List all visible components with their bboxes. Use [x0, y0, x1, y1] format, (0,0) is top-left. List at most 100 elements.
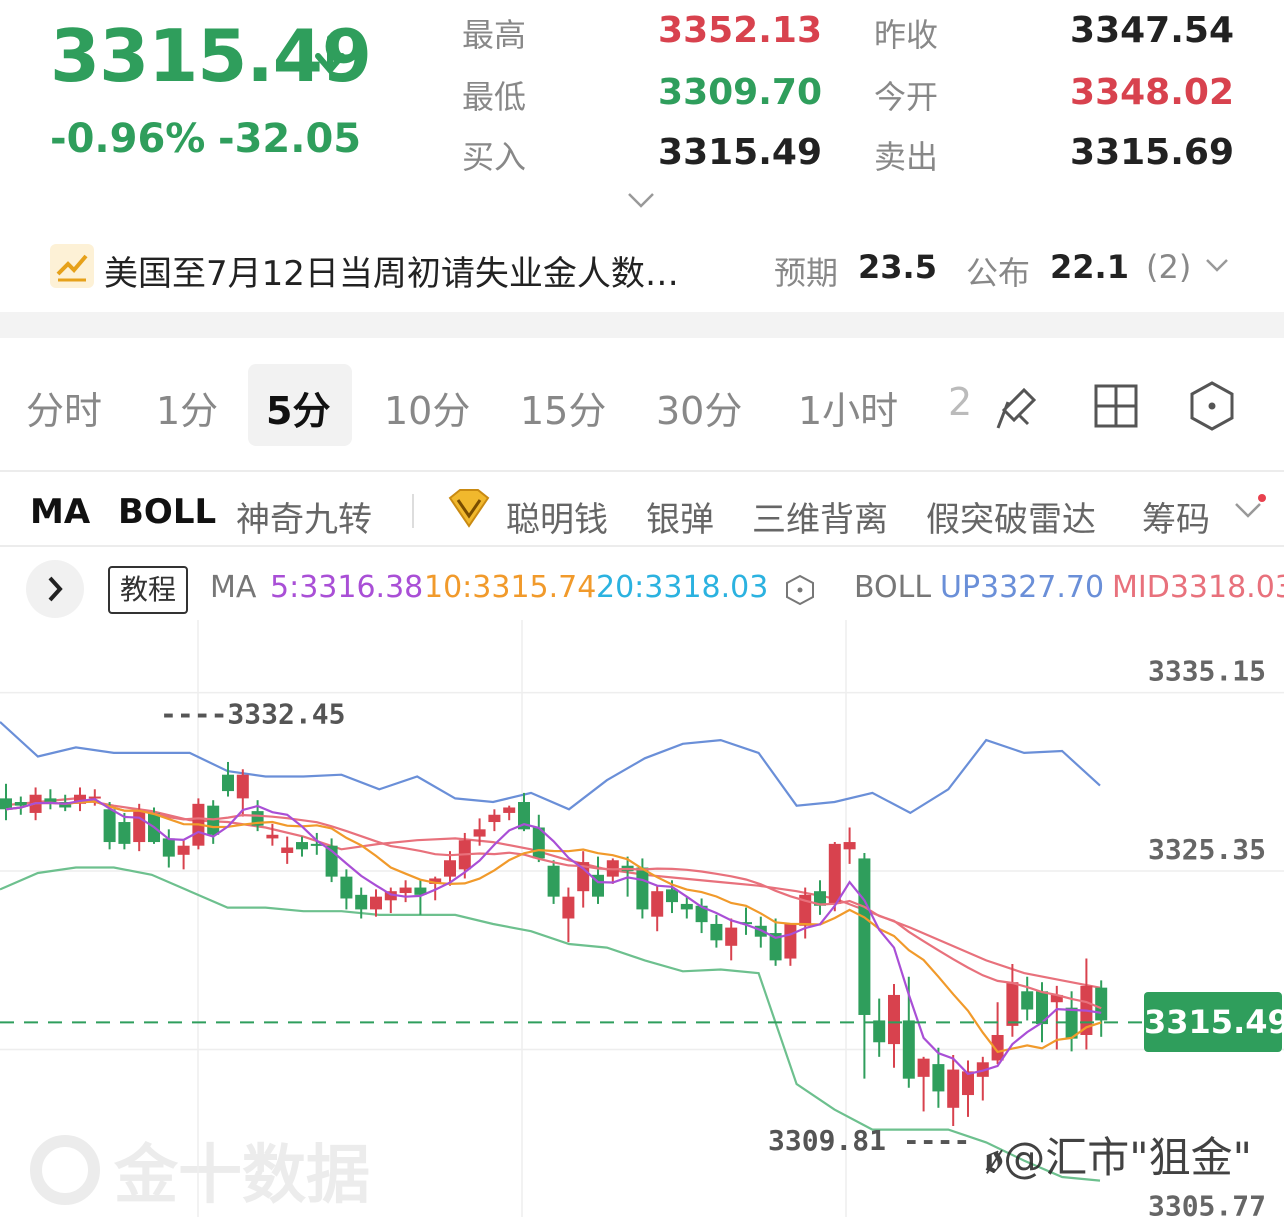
expand-chevron-icon[interactable]: [626, 190, 656, 210]
open-label: 今开: [874, 78, 939, 116]
candle-body: [296, 842, 308, 850]
candle-body: [562, 896, 575, 919]
indicator-chips[interactable]: 筹码: [1142, 492, 1226, 541]
ma20-line: [5, 800, 1102, 1010]
y-tick-label: 3335.15: [1148, 655, 1266, 688]
tab-1min[interactable]: 1分: [156, 380, 218, 435]
diamond-icon: [448, 489, 490, 528]
open-value: 3348.02: [1070, 72, 1234, 113]
indicator-smart-money[interactable]: 聪明钱: [506, 492, 608, 541]
candle-body: [636, 867, 649, 910]
bid-value: 3315.49: [658, 132, 822, 173]
candle-body: [133, 811, 146, 843]
y-tick-label: 3305.77: [1148, 1189, 1266, 1217]
actual-value: 22.1: [1050, 248, 1129, 286]
tab-timeshare[interactable]: 分时: [26, 380, 102, 435]
candle-body: [666, 889, 678, 903]
high-label: 最高: [462, 16, 527, 54]
tab-1hour[interactable]: 1小时: [798, 380, 898, 435]
low-value: 3309.70: [658, 72, 822, 113]
boll-upper-band: [0, 721, 1101, 815]
ma5-value: 5:3316.38: [270, 570, 424, 605]
trend-up-icon: [50, 244, 94, 288]
candle-body: [547, 865, 560, 897]
candle-body: [917, 1058, 930, 1077]
candle-body: [1006, 982, 1019, 1026]
expand-legend-button[interactable]: [26, 560, 84, 618]
high-marker-label: ----3332.45: [160, 698, 345, 731]
candle-body: [355, 894, 368, 910]
ma10-value: 10:3315.74: [424, 570, 597, 605]
tutorial-button[interactable]: 教程: [108, 566, 188, 614]
prev-close-label: 昨收: [874, 16, 939, 54]
indicator-silver-bullet[interactable]: 银弹: [646, 492, 714, 541]
change-percent: -0.96%: [50, 116, 206, 162]
low-label: 最低: [462, 78, 527, 116]
prev-close-value: 3347.54: [1070, 10, 1234, 51]
pen-tool-icon[interactable]: [994, 380, 1046, 432]
candle-body: [222, 774, 234, 792]
ask-value: 3315.69: [1070, 132, 1234, 173]
candle-body: [828, 843, 841, 904]
hexagon-settings-icon[interactable]: [1188, 380, 1236, 432]
ma-settings-icon[interactable]: [784, 574, 816, 606]
indicator-false-breakout[interactable]: 假突破雷达: [926, 492, 1096, 541]
divider-line: [0, 470, 1284, 472]
expected-label: 预期: [774, 254, 839, 292]
candle-body: [888, 994, 900, 1045]
candle-body: [651, 891, 664, 917]
candle-body: [340, 876, 353, 899]
candle-body: [1095, 987, 1108, 1021]
news-headline[interactable]: 美国至7月12日当周初请失业金人数…: [104, 246, 724, 295]
bid-label: 买入: [462, 138, 527, 176]
tab-30min[interactable]: 30分: [656, 380, 742, 435]
candle-body: [680, 903, 693, 910]
candle-body: [0, 798, 12, 810]
down-arrow-icon: [315, 35, 345, 75]
ma-prefix: MA: [210, 570, 257, 605]
tab-15min[interactable]: 15分: [520, 380, 606, 435]
change-absolute: -32.05: [218, 116, 362, 162]
candle-body: [266, 834, 279, 839]
candle-body: [784, 923, 797, 959]
candle-body: [725, 927, 738, 946]
tab-5min[interactable]: 5分: [266, 380, 330, 435]
tab-10min[interactable]: 10分: [384, 380, 470, 435]
current-price-tag: 3315.49: [1144, 992, 1284, 1053]
expected-value: 23.5: [858, 248, 937, 286]
grid-icon[interactable]: [1092, 382, 1140, 430]
indicator-boll[interactable]: BOLL: [118, 492, 216, 532]
indicator-3d-divergence[interactable]: 三维背离: [752, 492, 888, 541]
candle-body: [399, 887, 412, 894]
y-tick-label: 3325.35: [1148, 833, 1266, 866]
ask-label: 卖出: [874, 138, 939, 176]
indicator-magic-nine[interactable]: 神奇九转: [236, 492, 372, 541]
candle-body: [843, 842, 856, 850]
ma20-value: 20:3318.03: [596, 570, 769, 605]
tab-more[interactable]: 2: [948, 380, 972, 424]
indicator-separator: [412, 494, 414, 528]
candle-body: [873, 1020, 886, 1043]
actual-label: 公布: [966, 254, 1031, 292]
indicator-dropdown-icon[interactable]: [1232, 494, 1266, 524]
candle-body: [118, 822, 131, 844]
candle-body: [710, 923, 723, 941]
candle-body: [488, 814, 501, 823]
candle-body: [902, 1020, 915, 1079]
candle-body: [162, 838, 175, 857]
news-count[interactable]: (2): [1146, 248, 1191, 286]
author-watermark: ꬾ@汇市"狙金": [984, 1133, 1252, 1182]
boll-prefix: BOLL: [854, 570, 932, 605]
divider-line-2: [0, 545, 1284, 547]
candle-body: [932, 1064, 945, 1092]
candle-body: [236, 774, 249, 799]
candle-body: [503, 807, 516, 813]
low-marker-label: 3309.81 ----: [768, 1124, 970, 1157]
candle-body: [370, 896, 382, 910]
high-value: 3352.13: [658, 10, 822, 51]
boll-up-value: UP3327.70: [940, 570, 1105, 605]
news-chevron-down-icon[interactable]: [1204, 256, 1230, 274]
indicator-ma[interactable]: MA: [30, 492, 90, 532]
candle-body: [14, 802, 27, 806]
candle-body: [281, 847, 294, 853]
